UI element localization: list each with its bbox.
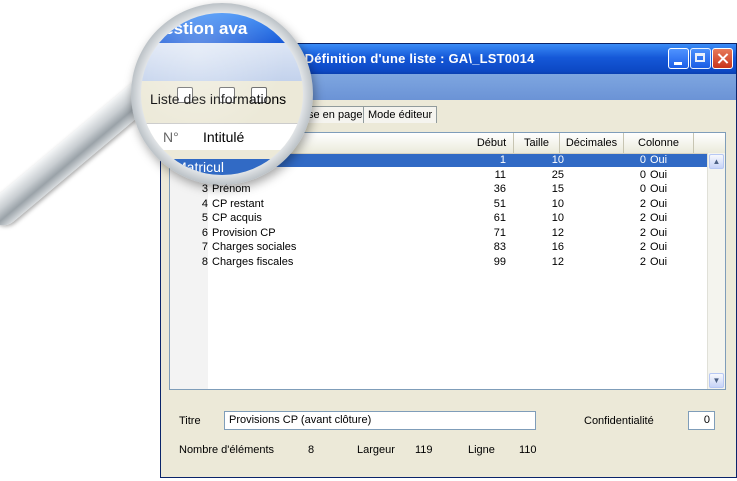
- vertical-scrollbar[interactable]: ▲ ▼: [707, 153, 725, 389]
- cell-col: Oui: [650, 212, 668, 224]
- ligne-value: 110: [519, 444, 537, 456]
- lens-selected-row[interactable]: Matricul: [141, 159, 303, 175]
- cell-label: Charges sociales: [212, 241, 297, 253]
- close-icon[interactable]: [712, 48, 733, 69]
- cell-taille: 12: [551, 255, 564, 268]
- cell-dec: 2: [639, 226, 646, 239]
- column-header-decimales[interactable]: Décimales: [560, 133, 624, 153]
- cell-col: Oui: [650, 241, 668, 253]
- cell-taille: 10: [551, 212, 564, 224]
- table-row[interactable]: 6 Provision CP 71 12 2 Oui: [170, 227, 707, 240]
- cell-debut: 83: [493, 241, 506, 253]
- cell-taille: 10: [551, 154, 564, 166]
- window-title: / Définition d'une liste : GA\_LST0014: [297, 51, 535, 66]
- cell-col: Oui: [650, 197, 668, 210]
- titre-input[interactable]: Provisions CP (avant clôture): [224, 411, 536, 430]
- column-header-taille[interactable]: Taille: [514, 133, 560, 153]
- cell-n: 6: [201, 226, 208, 239]
- cell-dec: 2: [639, 212, 646, 224]
- cell-debut: 71: [493, 226, 506, 239]
- cell-debut: 51: [493, 197, 506, 210]
- tab-mise-en-page[interactable]: se en page: [303, 106, 368, 123]
- confidentialite-label: Confidentialité: [584, 415, 654, 427]
- table-row[interactable]: 3 Prénom 36 15 0 Oui: [170, 183, 707, 196]
- cell-col: Oui: [650, 168, 668, 181]
- cell-taille: 15: [551, 183, 564, 195]
- cell-label: Provision CP: [212, 226, 276, 239]
- cell-col: Oui: [650, 226, 668, 239]
- cell-label: CP restant: [212, 197, 264, 210]
- largeur-value: 119: [415, 444, 433, 456]
- cell-col: Oui: [650, 183, 668, 195]
- cell-debut: 36: [493, 183, 506, 195]
- cell-debut: 1: [499, 154, 506, 166]
- table-row[interactable]: 4 CP restant 51 10 2 Oui: [170, 198, 707, 211]
- cell-taille: 25: [551, 168, 564, 181]
- nb-elements-value: 8: [308, 444, 315, 456]
- cell-dec: 0: [639, 154, 646, 166]
- cell-n: 3: [201, 183, 208, 195]
- tab-label: Liste des informations: [150, 91, 287, 107]
- cell-taille: 12: [551, 226, 564, 239]
- scroll-down-icon[interactable]: ▼: [709, 373, 724, 388]
- table-row[interactable]: 5 CP acquis 61 10 2 Oui: [170, 212, 707, 225]
- cell-taille: 10: [551, 197, 564, 210]
- cell-label: Charges fiscales: [212, 255, 294, 268]
- cell-dec: 0: [639, 168, 646, 181]
- maximize-icon[interactable]: [690, 48, 711, 69]
- cell-debut: 61: [493, 212, 506, 224]
- tab-liste-des-informations[interactable]: Liste des informations: [141, 85, 303, 115]
- tab-label: se en page: [308, 109, 363, 121]
- table-row[interactable]: 7 Charges sociales 83 16 2 Oui: [170, 241, 707, 254]
- cell-n: 8: [201, 255, 208, 268]
- cell-label: CP acquis: [212, 212, 262, 224]
- column-header-colonne[interactable]: Colonne: [624, 133, 694, 153]
- lens-app-title: Gestion ava: [151, 19, 248, 38]
- tab-mode-editeur[interactable]: Mode éditeur: [363, 106, 438, 123]
- lens-title-bar: Gestion ava: [141, 13, 303, 43]
- scroll-up-icon[interactable]: ▲: [709, 154, 724, 169]
- cell-debut: 99: [493, 255, 506, 268]
- lens-toolbar: [141, 43, 303, 103]
- cell-n: 5: [201, 212, 208, 224]
- cell-n: 4: [201, 197, 208, 210]
- tab-label: Mode éditeur: [368, 109, 433, 121]
- titre-label: Titre: [179, 415, 201, 427]
- column-header-num[interactable]: N°: [163, 129, 179, 145]
- lens-list-header: N° Intitulé: [141, 123, 303, 150]
- largeur-label: Largeur: [357, 444, 395, 456]
- cell-taille: 16: [551, 241, 564, 253]
- cell-n: 7: [201, 241, 208, 253]
- lens-row-label: Matricul: [175, 159, 225, 175]
- cell-dec: 2: [639, 255, 646, 268]
- cell-col: Oui: [650, 255, 668, 268]
- confidentialite-input[interactable]: 0: [688, 411, 715, 430]
- cell-dec: 2: [639, 241, 646, 253]
- cell-debut: 11: [494, 168, 506, 181]
- column-header-intitule[interactable]: Intitulé: [203, 129, 244, 145]
- minimize-icon[interactable]: [668, 48, 689, 69]
- column-header-debut[interactable]: Début: [470, 133, 514, 153]
- cell-dec: 0: [639, 183, 646, 195]
- cell-col: Oui: [650, 154, 668, 166]
- cell-dec: 2: [639, 197, 646, 210]
- nb-elements-label: Nombre d'éléments: [179, 444, 275, 456]
- ligne-label: Ligne: [468, 444, 495, 456]
- table-row[interactable]: 8 Charges fiscales 99 12 2 Oui: [170, 256, 707, 269]
- magnifier-lens: Gestion ava Liste des informations N° In…: [141, 13, 303, 175]
